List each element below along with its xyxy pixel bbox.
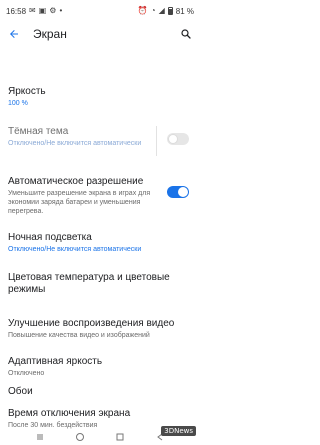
setting-value: 100 % [8, 100, 28, 107]
setting-title: Обои [8, 386, 33, 397]
setting-title: Улучшение воспроизведения видео [8, 318, 175, 329]
battery-percent: 81 % [175, 6, 194, 16]
dark-theme-toggle[interactable] [167, 133, 189, 145]
watermark-logo: 3DNews [161, 426, 196, 436]
status-time: 16:58 [6, 6, 27, 16]
setting-dark-theme[interactable]: Тёмная тема Отключено/Не включится автом… [8, 126, 153, 148]
mail-icon: ✉ [29, 6, 36, 15]
setting-wallpaper[interactable]: Обои [8, 386, 192, 398]
photo-icon: ▣ [38, 6, 47, 15]
setting-title: Тёмная тема [8, 126, 69, 137]
back-arrow-icon [10, 30, 18, 38]
toggle-knob [168, 134, 178, 144]
battery-icon [167, 7, 173, 15]
setting-title: Цветовая температура и цветовые режимы [8, 272, 170, 295]
setting-title: Ночная подсветка [8, 232, 92, 243]
setting-subtitle: Уменьшите разрешение экрана в играх для … [8, 190, 151, 215]
setting-auto-resolution[interactable]: Автоматическое разрешение Уменьшите разр… [8, 176, 158, 216]
recents-icon[interactable] [115, 432, 125, 442]
page-title: Экран [33, 27, 67, 41]
setting-color-temperature[interactable]: Цветовая температура и цветовые режимы [8, 272, 188, 296]
setting-adaptive-brightness[interactable]: Адаптивная яркость Отключено [8, 356, 192, 378]
back-button[interactable] [0, 22, 28, 46]
setting-night-light[interactable]: Ночная подсветка Отключено/Не включится … [8, 232, 192, 254]
menu-lines-icon[interactable] [35, 432, 45, 442]
setting-title: Автоматическое разрешение [8, 176, 144, 187]
setting-subtitle: Отключено/Не включится автоматически [8, 140, 142, 147]
setting-title: Время отключения экрана [8, 408, 131, 419]
status-left: 16:58 ✉ ▣ ⚙ • [6, 7, 62, 16]
setting-subtitle: Повышение качества видео и изображений [8, 332, 150, 339]
setting-brightness[interactable]: Яркость 100 % [8, 86, 192, 108]
wifi-icon: ◔ [150, 6, 156, 15]
setting-title: Яркость [8, 86, 46, 97]
setting-subtitle: Отключено [8, 370, 45, 377]
divider [156, 126, 157, 156]
auto-resolution-toggle[interactable] [167, 186, 189, 198]
setting-subtitle: Отключено/Не включится автоматически [8, 246, 142, 253]
app-bar: Экран [0, 22, 200, 46]
signal-icon: ◢ [158, 6, 165, 15]
setting-title: Адаптивная яркость [8, 356, 103, 367]
setting-video-enhance[interactable]: Улучшение воспроизведения видео Повышени… [8, 318, 192, 340]
alarm-icon: ⏰ [137, 6, 148, 15]
toggle-knob [178, 187, 188, 197]
search-icon [181, 29, 191, 39]
status-bar: 16:58 ✉ ▣ ⚙ • ⏰ ◔ ◢ 81 % [0, 0, 200, 22]
dot-icon: • [59, 6, 63, 15]
status-right: ⏰ ◔ ◢ 81 % [138, 7, 194, 16]
settings-icon: ⚙ [49, 6, 57, 15]
search-button[interactable] [178, 26, 194, 42]
home-icon[interactable] [75, 432, 85, 442]
